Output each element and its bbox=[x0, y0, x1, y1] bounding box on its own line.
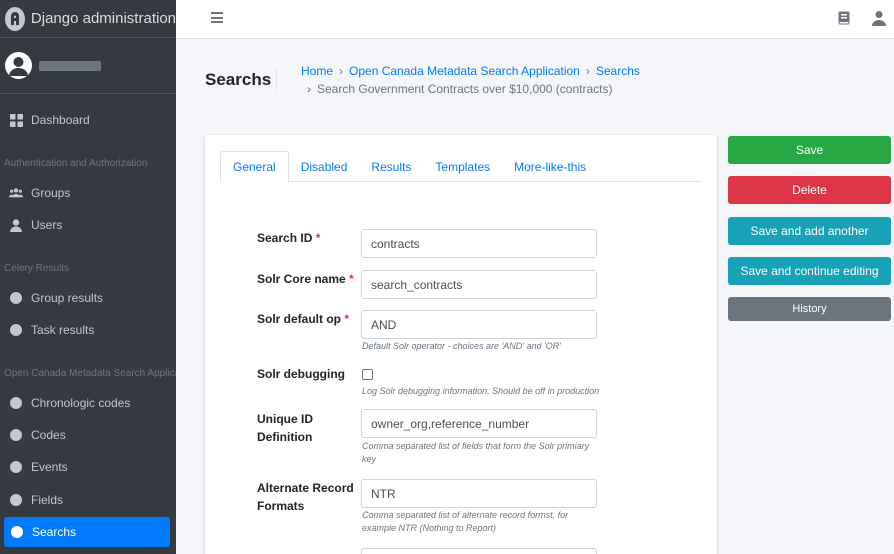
top-navbar bbox=[176, 0, 894, 39]
tab-general[interactable]: General bbox=[220, 151, 289, 183]
solr-default-op-label: Solr default op * bbox=[257, 312, 350, 326]
solr-debugging-label: Solr debugging bbox=[257, 367, 345, 381]
sidebar-item-fields[interactable]: Fields bbox=[0, 485, 176, 515]
unique-id-label: Unique ID Definition bbox=[257, 412, 313, 444]
nav-header-celery: Celery Results bbox=[4, 263, 70, 274]
breadcrumb: Home › Open Canada Metadata Search Applica… bbox=[301, 64, 640, 96]
sidebar-item-label: Groups bbox=[31, 186, 71, 200]
sidebar-item-label: Events bbox=[31, 460, 68, 474]
users-group-icon bbox=[9, 186, 23, 200]
brand-text: Django administration bbox=[30, 10, 176, 27]
sidebar-item-label: Codes bbox=[31, 428, 66, 442]
book-icon[interactable] bbox=[838, 11, 850, 28]
delete-button[interactable]: Delete bbox=[728, 176, 891, 204]
sidebar-item-task-results[interactable]: Task results bbox=[0, 315, 176, 345]
user-icon bbox=[9, 218, 23, 232]
nav-header-search-app: Open Canada Metadata Search Applica bbox=[4, 368, 176, 379]
nav-header-auth: Authentication and Authorization bbox=[4, 158, 148, 169]
history-button[interactable]: History bbox=[728, 297, 891, 321]
sidebar-item-codes[interactable]: Codes bbox=[0, 420, 176, 450]
sidebar-item-label: Users bbox=[31, 218, 63, 232]
sidebar-item-dashboard[interactable]: Dashboard bbox=[0, 105, 176, 135]
breadcrumb-app[interactable]: Open Canada Metadata Search Application bbox=[349, 64, 580, 78]
circle-icon bbox=[10, 525, 24, 539]
sidebar-item-label: Task results bbox=[31, 323, 95, 337]
next-field-input[interactable] bbox=[361, 548, 597, 554]
tab-bar: General Disabled Results Templates More-… bbox=[220, 151, 702, 183]
title-divider bbox=[276, 68, 277, 90]
save-and-continue-button[interactable]: Save and continue editing bbox=[728, 257, 891, 285]
solr-core-input[interactable] bbox=[361, 270, 597, 299]
sidebar-item-group-results[interactable]: Group results bbox=[0, 283, 176, 313]
user-panel[interactable] bbox=[0, 38, 176, 94]
user-avatar-icon bbox=[5, 52, 32, 79]
breadcrumb-current: Search Government Contracts over $10,000… bbox=[317, 82, 613, 96]
tab-templates[interactable]: Templates bbox=[423, 151, 502, 182]
circle-icon bbox=[9, 396, 23, 410]
breadcrumb-searchs[interactable]: Searchs bbox=[596, 64, 640, 78]
unique-id-input[interactable] bbox=[361, 409, 597, 438]
circle-icon bbox=[9, 460, 23, 474]
sidebar-item-chronologic-codes[interactable]: Chronologic codes bbox=[0, 388, 176, 418]
tab-more-like-this[interactable]: More-like-this bbox=[502, 151, 598, 182]
circle-icon bbox=[9, 428, 23, 442]
sidebar-item-users[interactable]: Users bbox=[0, 210, 176, 240]
unique-id-help: Comma separated list of fields that form… bbox=[362, 441, 590, 464]
search-id-input[interactable] bbox=[361, 229, 597, 258]
sidebar-item-label: Dashboard bbox=[31, 113, 90, 127]
save-button[interactable]: Save bbox=[728, 136, 891, 164]
page-title: Searchs bbox=[205, 70, 272, 89]
dashboard-icon bbox=[9, 113, 23, 127]
django-logo-icon bbox=[5, 6, 25, 31]
sidebar: Django administration Dashboard Authenti… bbox=[0, 0, 176, 554]
sidebar-item-label: Group results bbox=[31, 291, 104, 305]
sidebar-item-groups[interactable]: Groups bbox=[0, 178, 176, 208]
solr-default-op-input[interactable] bbox=[361, 310, 597, 339]
alt-formats-help: Comma separated list of alternate record… bbox=[362, 510, 569, 533]
solr-default-op-help: Default Solr operator - choices are 'AND… bbox=[362, 341, 561, 351]
user-menu-icon[interactable] bbox=[872, 10, 886, 29]
alt-formats-label: Alternate Record Formats bbox=[257, 481, 354, 513]
circle-icon bbox=[9, 323, 23, 337]
tab-results[interactable]: Results bbox=[359, 151, 423, 182]
solr-debugging-help: Log Solr debugging information, Should b… bbox=[362, 386, 600, 396]
menu-toggle-icon[interactable] bbox=[211, 12, 223, 23]
save-and-add-another-button[interactable]: Save and add another bbox=[728, 217, 891, 245]
breadcrumb-home[interactable]: Home bbox=[301, 64, 333, 78]
solr-core-label: Solr Core name * bbox=[257, 272, 354, 286]
sidebar-item-searchs[interactable]: Searchs bbox=[4, 517, 170, 547]
tab-disabled[interactable]: Disabled bbox=[289, 151, 360, 182]
alt-formats-input[interactable] bbox=[361, 479, 597, 508]
circle-icon bbox=[9, 291, 23, 305]
brand[interactable]: Django administration bbox=[0, 0, 176, 38]
sidebar-item-events[interactable]: Events bbox=[0, 452, 176, 482]
sidebar-item-label: Fields bbox=[31, 493, 64, 507]
solr-debugging-checkbox[interactable] bbox=[362, 369, 373, 380]
user-name-redacted bbox=[39, 60, 101, 71]
search-id-label: Search ID * bbox=[257, 231, 321, 245]
sidebar-item-label: Searchs bbox=[32, 525, 77, 539]
sidebar-item-label: Chronologic codes bbox=[31, 396, 131, 410]
circle-icon bbox=[9, 493, 23, 507]
form-card: General Disabled Results Templates More-… bbox=[205, 135, 717, 554]
